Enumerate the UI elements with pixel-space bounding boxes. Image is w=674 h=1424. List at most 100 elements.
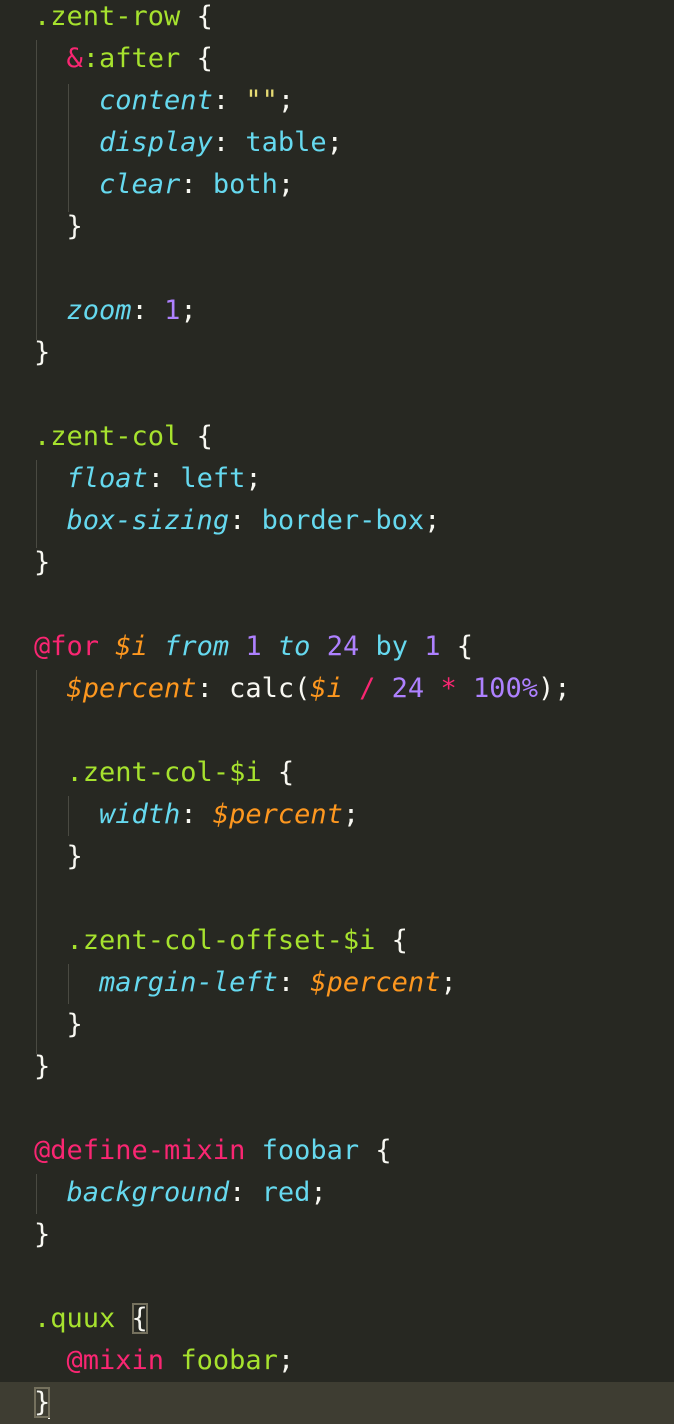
brace: } xyxy=(66,841,83,872)
code-line[interactable]: } xyxy=(34,1004,674,1046)
code-line[interactable]: @define-mixin foobar { xyxy=(34,1130,674,1172)
variable: $percent xyxy=(212,799,343,830)
code-line[interactable]: $percent: calc($i / 24 * 100%); xyxy=(34,668,674,710)
semicolon: ; xyxy=(277,85,295,116)
number-value: 1 xyxy=(245,631,262,662)
code-line[interactable]: clear: both; xyxy=(34,164,674,206)
colon: : xyxy=(180,799,213,830)
brace: { xyxy=(375,925,408,956)
brace: { xyxy=(180,1,213,32)
keyword-to: to xyxy=(277,631,311,662)
brace: { xyxy=(261,757,295,788)
colon: : xyxy=(147,463,181,494)
property-name: display xyxy=(99,127,213,158)
semicolon: ; xyxy=(277,1345,295,1376)
code-line[interactable]: .zent-col { xyxy=(34,416,674,458)
property-value: border-box xyxy=(261,505,425,536)
code-editor[interactable]: .zent-row { &:after { content: ""; displ… xyxy=(0,0,674,1424)
selector: .zent-col-$i xyxy=(66,757,262,788)
current-line[interactable]: } xyxy=(0,1382,674,1424)
matched-brace: { xyxy=(131,1303,148,1334)
mixin-name: foobar xyxy=(180,1345,278,1376)
code-line[interactable]: } xyxy=(34,206,674,248)
brace: { xyxy=(359,1135,392,1166)
selector: .zent-col xyxy=(34,421,181,452)
colon: : xyxy=(212,85,246,116)
code-line[interactable]: @for $i from 1 to 24 by 1 { xyxy=(34,626,674,668)
number-value: 1 xyxy=(424,631,441,662)
code-line[interactable]: width: $percent; xyxy=(34,794,674,836)
semicolon: ; xyxy=(277,169,295,200)
colon: : xyxy=(212,127,246,158)
function-name: calc( xyxy=(229,673,311,704)
code-line[interactable]: } xyxy=(34,332,674,374)
brace: { xyxy=(456,631,474,662)
property-name: content xyxy=(99,85,213,116)
property-value: left xyxy=(180,463,246,494)
property-value: red xyxy=(261,1177,311,1208)
brace: } xyxy=(66,1009,83,1040)
code-line[interactable]: zoom: 1; xyxy=(34,290,674,332)
property-name: clear xyxy=(99,169,181,200)
code-line[interactable]: } xyxy=(34,1046,674,1088)
at-rule-keyword: @mixin xyxy=(66,1345,165,1376)
variable: $i xyxy=(115,631,148,662)
number-value: 1 xyxy=(164,295,181,326)
code-line[interactable]: float: left; xyxy=(34,458,674,500)
code-line[interactable]: &:after { xyxy=(34,38,674,80)
brace: } xyxy=(34,337,51,368)
code-line[interactable]: @mixin foobar; xyxy=(34,1340,674,1382)
code-line[interactable]: margin-left: $percent; xyxy=(34,962,674,1004)
parent-reference: & xyxy=(66,43,83,74)
at-rule-keyword: @define-mixin xyxy=(34,1135,246,1166)
pseudo-selector: :after xyxy=(82,43,181,74)
code-line[interactable]: background: red; xyxy=(34,1172,674,1214)
keyword-from: from xyxy=(164,631,230,662)
semicolon: ; xyxy=(180,295,197,326)
semicolon: ; xyxy=(326,127,343,158)
brace: } xyxy=(34,1051,51,1082)
code-line[interactable]: .zent-col-$i { xyxy=(34,752,674,794)
colon: : xyxy=(131,295,165,326)
property-value: both xyxy=(212,169,278,200)
property-name: background xyxy=(66,1177,230,1208)
colon: : xyxy=(229,505,262,536)
selector: .zent-row xyxy=(34,1,181,32)
code-line[interactable]: .quux { xyxy=(34,1298,674,1340)
brace: { xyxy=(180,421,213,452)
semicolon: ; xyxy=(440,967,457,998)
code-line[interactable]: } xyxy=(34,836,674,878)
property-name: zoom xyxy=(66,295,132,326)
text-caret xyxy=(48,1388,51,1419)
colon: : xyxy=(277,967,311,998)
number-value: 24 xyxy=(391,673,425,704)
number-value: 100% xyxy=(472,673,539,704)
brace: } xyxy=(34,1219,51,1250)
property-name: width xyxy=(99,799,181,830)
operator-divide: / xyxy=(359,673,376,704)
variable: $percent xyxy=(310,967,441,998)
selector: .quux xyxy=(34,1303,116,1334)
close-paren: ); xyxy=(538,673,571,704)
colon: : xyxy=(180,169,213,200)
colon: : xyxy=(229,1177,262,1208)
brace: } xyxy=(34,547,51,578)
variable: $percent xyxy=(66,673,197,704)
code-line[interactable]: } xyxy=(34,1214,674,1256)
colon: : xyxy=(196,673,230,704)
code-line[interactable]: .zent-row { xyxy=(34,0,674,38)
code-line[interactable]: content: ""; xyxy=(34,80,674,122)
code-line[interactable]: box-sizing: border-box; xyxy=(34,500,674,542)
number-value: 24 xyxy=(326,631,360,662)
code-line[interactable]: } xyxy=(34,542,674,584)
brace: } xyxy=(66,211,83,242)
code-line[interactable]: .zent-col-offset-$i { xyxy=(34,920,674,962)
semicolon: ; xyxy=(245,463,262,494)
string-value: "" xyxy=(245,85,278,116)
code-line[interactable]: display: table; xyxy=(34,122,674,164)
semicolon: ; xyxy=(424,505,441,536)
semicolon: ; xyxy=(310,1177,327,1208)
mixin-name: foobar xyxy=(261,1135,360,1166)
brace: { xyxy=(180,43,213,74)
property-name: box-sizing xyxy=(66,505,230,536)
